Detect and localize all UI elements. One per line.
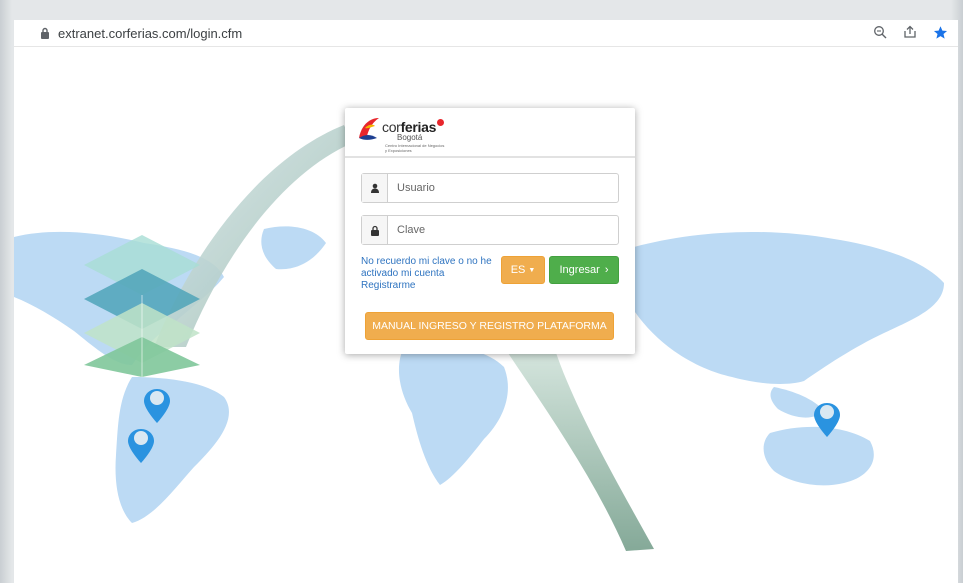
- login-button[interactable]: Ingresar ›: [549, 256, 619, 284]
- password-field[interactable]: [361, 215, 619, 245]
- logo-tagline: Centro Internacional de Negocios y Expos…: [385, 143, 445, 153]
- australia-shape: [763, 426, 874, 486]
- zoom-icon[interactable]: [872, 24, 888, 40]
- account-links: No recuerdo mi clave o no he activado mi…: [361, 256, 501, 292]
- greenland-shape: [261, 226, 326, 270]
- login-card: corferias Bogotá Centro Internacional de…: [345, 108, 635, 354]
- connection-arc: [154, 125, 352, 347]
- logo-city: Bogotá: [397, 133, 423, 142]
- register-link[interactable]: Registrarme: [361, 280, 501, 292]
- user-icon: [362, 174, 388, 202]
- login-label: Ingresar: [559, 264, 600, 276]
- logo-badge: [437, 119, 445, 126]
- language-label: ES: [510, 264, 526, 276]
- share-icon[interactable]: [902, 24, 918, 40]
- africa-shape: [398, 345, 508, 485]
- card-header: corferias Bogotá Centro Internacional de…: [345, 108, 635, 158]
- caret-down-icon: ▼: [528, 266, 536, 274]
- url-text[interactable]: extranet.corferias.com/login.cfm: [58, 26, 242, 41]
- login-page: corferias Bogotá Centro Internacional de…: [14, 47, 958, 583]
- light-beam: [504, 347, 654, 551]
- corferias-logo: corferias Bogotá Centro Internacional de…: [357, 112, 447, 153]
- manual-button[interactable]: MANUAL INGRESO Y REGISTRO PLATAFORMA: [365, 312, 614, 340]
- password-input[interactable]: [388, 216, 609, 244]
- eurasia-shape: [613, 231, 944, 384]
- language-button[interactable]: ES ▼: [501, 256, 545, 284]
- bookmark-star-icon[interactable]: [932, 24, 948, 40]
- lock-icon: [362, 216, 388, 244]
- chevron-right-icon: ›: [604, 264, 609, 276]
- lock-icon: [38, 26, 52, 40]
- forgot-password-link[interactable]: No recuerdo mi clave o no he activado mi…: [361, 256, 501, 280]
- username-field[interactable]: [361, 173, 619, 203]
- address-bar[interactable]: extranet.corferias.com/login.cfm: [14, 20, 958, 47]
- layered-squares-graphic: [84, 235, 200, 377]
- address-bar-actions: [872, 24, 948, 40]
- username-input[interactable]: [388, 174, 609, 202]
